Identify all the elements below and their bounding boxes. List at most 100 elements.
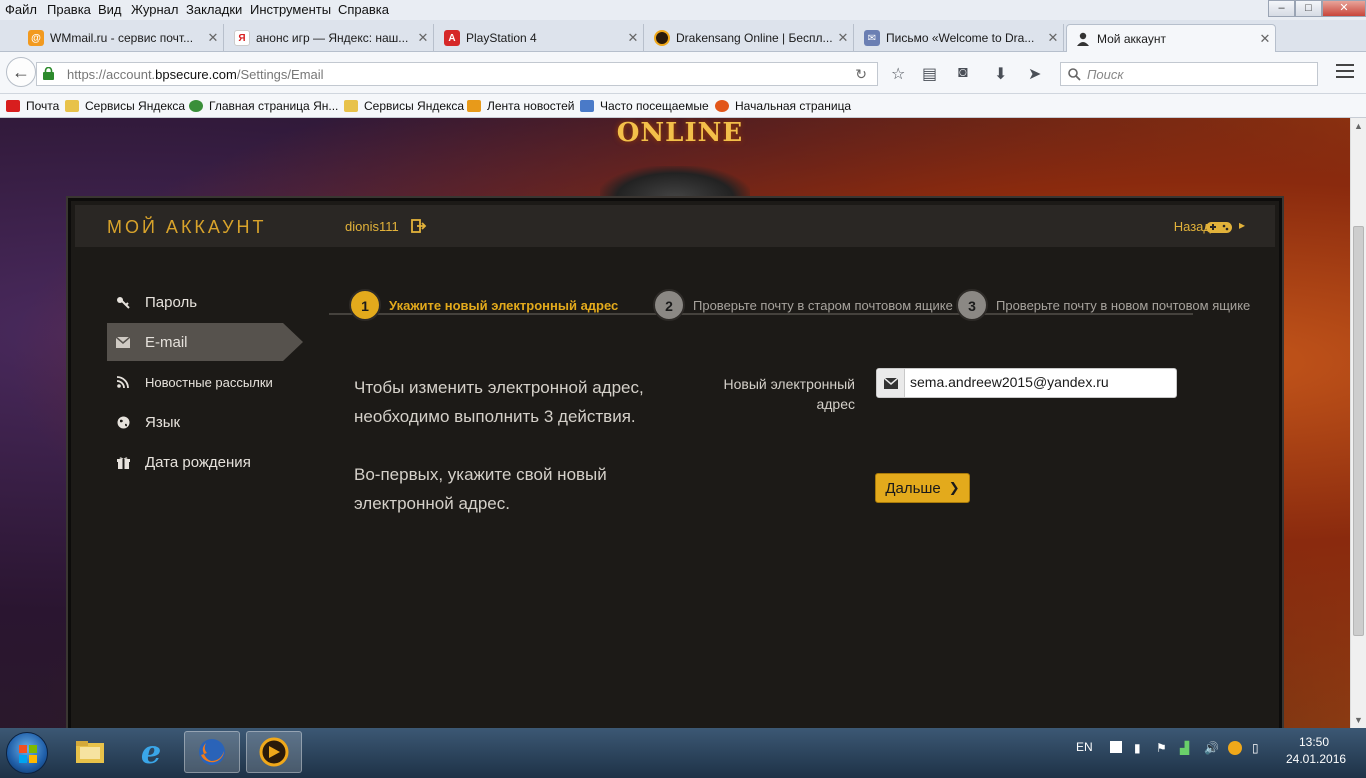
address-bar[interactable]: https://account.bpsecure.com/Settings/Em… xyxy=(36,62,878,86)
menu-tools[interactable]: Инструменты xyxy=(250,2,331,17)
scroll-down-icon[interactable]: ▼ xyxy=(1354,715,1363,725)
bookmark-start-page[interactable]: Начальная страница xyxy=(715,99,851,113)
tab-playstation[interactable]: A PlayStation 4 ✕ xyxy=(436,24,644,52)
close-tab-icon[interactable]: ✕ xyxy=(1255,31,1275,47)
clock[interactable]: 13:50 24.01.2016 xyxy=(1286,734,1346,768)
bookmark-news-feed[interactable]: Лента новостей xyxy=(467,99,575,113)
bookmark-yandex-services-2[interactable]: Сервисы Яндекса xyxy=(344,99,464,113)
send-icon[interactable]: ➤ xyxy=(1028,64,1041,84)
volume-icon[interactable]: 🔊 xyxy=(1204,741,1219,755)
mail-icon: ✉ xyxy=(864,30,880,46)
bookmark-star-icon[interactable]: ☆ xyxy=(891,64,905,84)
minimize-button[interactable]: – xyxy=(1268,0,1295,17)
step-number: 2 xyxy=(653,289,685,321)
lock-icon xyxy=(43,67,54,80)
gamepad-icon xyxy=(1206,222,1232,233)
menu-bookmarks[interactable]: Закладки xyxy=(186,2,242,17)
scroll-up-icon[interactable]: ▲ xyxy=(1354,121,1363,131)
person-icon xyxy=(1075,31,1091,47)
close-tab-icon[interactable]: ✕ xyxy=(623,30,643,46)
menu-help[interactable]: Справка xyxy=(338,2,389,17)
search-icon xyxy=(1068,68,1081,81)
bookmark-yandex-services[interactable]: Сервисы Яндекса xyxy=(65,99,185,113)
close-tab-icon[interactable]: ✕ xyxy=(1043,30,1063,46)
taskbar-internet-explorer[interactable]: e xyxy=(123,731,179,773)
taskbar-file-explorer[interactable] xyxy=(62,731,118,773)
search-placeholder: Поиск xyxy=(1087,67,1124,82)
rss-icon xyxy=(467,100,481,112)
menu-history[interactable]: Журнал xyxy=(131,2,178,17)
sidebar-item-label: E-mail xyxy=(145,333,188,351)
drakensang-icon xyxy=(654,30,670,46)
key-icon xyxy=(115,295,131,309)
download-icon[interactable]: ⬇ xyxy=(994,64,1007,84)
network-icon[interactable]: ▟ xyxy=(1180,741,1194,755)
tab-label: анонс игр — Яндекс: наш... xyxy=(256,31,409,45)
sidebar-item-language[interactable]: Язык xyxy=(107,403,303,441)
username-link[interactable]: dionis111 xyxy=(345,219,399,234)
chevron-right-icon: ❯ xyxy=(948,480,960,495)
pocket-icon[interactable]: ◙ xyxy=(958,64,968,82)
menu-view[interactable]: Вид xyxy=(98,2,122,17)
windows-flag-icon[interactable] xyxy=(1110,741,1122,753)
language-indicator[interactable]: EN xyxy=(1076,740,1093,754)
bookmark-most-visited[interactable]: Часто посещаемые xyxy=(580,99,709,113)
sidebar-item-password[interactable]: Пароль xyxy=(107,283,303,321)
close-tab-icon[interactable]: ✕ xyxy=(413,30,433,46)
bookmark-label: Лента новостей xyxy=(487,99,575,113)
bookmarks-list-icon[interactable]: ▤ xyxy=(922,64,937,84)
new-email-input[interactable] xyxy=(910,374,1170,390)
tab-label: WMmail.ru - сервис почт... xyxy=(50,31,194,45)
firefox-icon xyxy=(715,100,729,112)
tab-mail-welcome[interactable]: ✉ Письмо «Welcome to Dra... ✕ xyxy=(856,24,1064,52)
menu-hamburger-icon[interactable] xyxy=(1336,64,1354,82)
tab-my-account[interactable]: Мой аккаунт ✕ xyxy=(1066,24,1276,53)
tab-drakensang[interactable]: Drakensang Online | Беспл... ✕ xyxy=(646,24,854,52)
menu-edit[interactable]: Правка xyxy=(47,2,91,17)
start-button[interactable] xyxy=(6,732,48,774)
next-button[interactable]: Дальше ❯ xyxy=(875,473,970,503)
page-scrollbar[interactable]: ▲ ▼ xyxy=(1350,118,1366,728)
sidebar-item-email[interactable]: E-mail xyxy=(107,323,303,361)
tab-wmmail[interactable]: @ WMmail.ru - сервис почт... ✕ xyxy=(20,24,224,52)
sidebar-item-birthday[interactable]: Дата рождения xyxy=(107,443,303,481)
close-window-button[interactable]: ✕ xyxy=(1322,0,1366,17)
sidebar-item-newsletters[interactable]: Новостные рассылки xyxy=(107,363,303,401)
battery-icon[interactable]: ▮ xyxy=(1134,741,1148,755)
folder-icon xyxy=(344,100,358,112)
update-icon[interactable] xyxy=(1228,741,1242,755)
taskbar-drakensang[interactable] xyxy=(246,731,302,773)
sidebar-item-label: Новостные рассылки xyxy=(145,374,273,390)
taskbar: e EN ▮ ⚑ ▟ 🔊 ▯ 13:50 24.01.2016 xyxy=(0,728,1366,778)
envelope-icon xyxy=(115,336,131,348)
game-logo: ONLINE xyxy=(616,118,744,148)
maximize-button[interactable]: □ xyxy=(1295,0,1322,17)
scroll-thumb[interactable] xyxy=(1353,226,1364,636)
panel-header: МОЙ АККАУНТ dionis111 Назад ▸ xyxy=(75,205,1275,247)
bookmark-label: Сервисы Яндекса xyxy=(364,99,465,113)
bookmark-pochta[interactable]: Почта xyxy=(6,99,59,113)
tab-yandex[interactable]: Я анонс игр — Яндекс: наш... ✕ xyxy=(226,24,434,52)
new-email-field[interactable] xyxy=(876,368,1177,398)
bookmark-label: Начальная страница xyxy=(735,99,852,113)
bookmark-label: Почта xyxy=(26,99,60,113)
logout-icon[interactable] xyxy=(411,219,427,233)
bookmark-yandex-home[interactable]: Главная страница Ян... xyxy=(189,99,338,113)
device-icon[interactable]: ▯ xyxy=(1252,741,1266,755)
action-center-flag-icon[interactable]: ⚑ xyxy=(1156,741,1170,755)
tab-label: Мой аккаунт xyxy=(1097,32,1166,46)
bookmark-label: Сервисы Яндекса xyxy=(85,99,186,113)
taskbar-firefox[interactable] xyxy=(184,731,240,773)
close-tab-icon[interactable]: ✕ xyxy=(203,30,223,46)
close-tab-icon[interactable]: ✕ xyxy=(833,30,853,46)
reload-icon[interactable]: ↻ xyxy=(855,66,867,83)
back-button[interactable]: ← xyxy=(6,57,36,87)
step-label: Проверьте почту в старом почтовом ящике xyxy=(693,297,953,313)
tab-strip: @ WMmail.ru - сервис почт... ✕ Я анонс и… xyxy=(0,20,1366,68)
url-text: https://account.bpsecure.com/Settings/Em… xyxy=(67,67,324,82)
search-bar[interactable]: Поиск xyxy=(1060,62,1318,86)
menu-file[interactable]: Файл xyxy=(5,2,37,17)
new-email-label: Новый электронный адрес xyxy=(723,376,855,412)
sidebar-item-label: Пароль xyxy=(145,293,198,311)
mail-bookmark-icon xyxy=(6,100,20,112)
